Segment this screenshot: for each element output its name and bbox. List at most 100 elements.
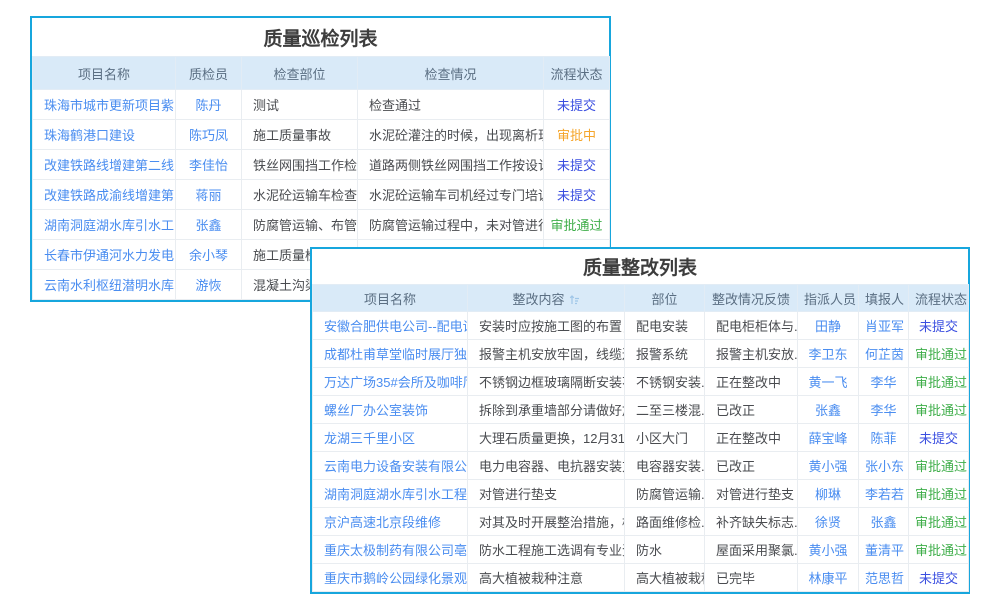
col-header-content-label: 整改内容 [512, 292, 564, 307]
content-cell: 安装时应按施工图的布置，将... [468, 312, 625, 340]
table-row: 珠海市城市更新项目紫... 陈丹 测试 检查通过 未提交 [33, 90, 610, 120]
table-header-row: 项目名称 质检员 检查部位 检查情况 流程状态 [33, 57, 610, 90]
inspector-link[interactable]: 余小琴 [176, 240, 242, 270]
table-row: 云南电力设备安装有限公司20... 电力电容器、电抗器安装方案,... 电容器安… [313, 452, 969, 480]
col-header-inspector: 质检员 [176, 57, 242, 90]
content-cell: 高大植被栽种注意 [468, 564, 625, 592]
col-header-reporter: 填报人 [859, 285, 909, 312]
assignee-link[interactable]: 黄小强 [798, 452, 859, 480]
project-name-link[interactable]: 重庆太极制药有限公司亳州中... [313, 536, 468, 564]
feedback-cell: 正在整改中 [705, 424, 798, 452]
table-row: 改建铁路线增建第二线... 李佳怡 铁丝网围挡工作检查 道路两侧铁丝网围挡工作按… [33, 150, 610, 180]
assignee-link[interactable]: 黄小强 [798, 536, 859, 564]
project-name-link[interactable]: 安徽合肥供电公司--配电设备... [313, 312, 468, 340]
reporter-link[interactable]: 张鑫 [859, 508, 909, 536]
col-header-feedback: 整改情况反馈 [705, 285, 798, 312]
col-header-part: 部位 [625, 285, 705, 312]
inspector-link[interactable]: 陈巧凤 [176, 120, 242, 150]
project-name-link[interactable]: 龙湖三千里小区 [313, 424, 468, 452]
project-name-link[interactable]: 成都杜甫草堂临时展厅独立展... [313, 340, 468, 368]
rectification-table: 项目名称 整改内容 部位 整改情况反馈 指派人员 填报人 流程状态 安徽合肥供电… [312, 284, 969, 592]
assignee-link[interactable]: 薛宝峰 [798, 424, 859, 452]
status-badge: 审批通过 [544, 210, 610, 240]
project-name-link[interactable]: 京沪高速北京段维修 [313, 508, 468, 536]
project-name-link[interactable]: 湖南洞庭湖水库引水工程施工标 [313, 480, 468, 508]
table-row: 重庆市鹅岭公园绿化景观提升... 高大植被栽种注意 高大植被栽种 已完毕 林康平… [313, 564, 969, 592]
inspector-link[interactable]: 李佳怡 [176, 150, 242, 180]
status-badge: 审批通过 [909, 368, 969, 396]
reporter-link[interactable]: 陈菲 [859, 424, 909, 452]
project-name-link[interactable]: 改建铁路线增建第二线... [33, 150, 176, 180]
status-badge: 审批通过 [909, 340, 969, 368]
col-header-check-situation: 检查情况 [358, 57, 544, 90]
check-situation-cell: 防腐管运输过程中，未对管进行... [358, 210, 544, 240]
feedback-cell: 已改正 [705, 452, 798, 480]
check-situation-cell: 道路两侧铁丝网围挡工作按设计... [358, 150, 544, 180]
page-title: 质量巡检列表 [32, 18, 609, 56]
feedback-cell: 对管进行垫支 [705, 480, 798, 508]
col-header-assignee: 指派人员 [798, 285, 859, 312]
part-cell: 二至三楼混... [625, 396, 705, 424]
feedback-cell: 已完毕 [705, 564, 798, 592]
status-badge: 未提交 [909, 312, 969, 340]
reporter-link[interactable]: 李华 [859, 396, 909, 424]
project-name-link[interactable]: 螺丝厂办公室装饰 [313, 396, 468, 424]
assignee-link[interactable]: 徐贤 [798, 508, 859, 536]
status-badge: 审批中 [544, 120, 610, 150]
content-cell: 电力电容器、电抗器安装方案,... [468, 452, 625, 480]
reporter-link[interactable]: 何芷茵 [859, 340, 909, 368]
project-name-link[interactable]: 重庆市鹅岭公园绿化景观提升... [313, 564, 468, 592]
check-situation-cell: 水泥砼运输车司机经过专门培训... [358, 180, 544, 210]
check-part-cell: 施工质量事故 [242, 120, 358, 150]
inspector-link[interactable]: 游恢 [176, 270, 242, 300]
part-cell: 路面维修检... [625, 508, 705, 536]
table-row: 成都杜甫草堂临时展厅独立展... 报警主机安放牢固，线缆连接... 报警系统 报… [313, 340, 969, 368]
status-badge: 未提交 [544, 150, 610, 180]
part-cell: 不锈钢安装... [625, 368, 705, 396]
check-part-cell: 测试 [242, 90, 358, 120]
reporter-link[interactable]: 董清平 [859, 536, 909, 564]
content-cell: 大理石质量更换，12月31日之... [468, 424, 625, 452]
table-row: 珠海鹤港口建设 陈巧凤 施工质量事故 水泥砼灌注的时候，出现离析现象 审批中 [33, 120, 610, 150]
inspector-link[interactable]: 陈丹 [176, 90, 242, 120]
content-cell: 拆除到承重墙部分请做好加固... [468, 396, 625, 424]
status-badge: 未提交 [544, 180, 610, 210]
inspector-link[interactable]: 蒋丽 [176, 180, 242, 210]
feedback-cell: 正在整改中 [705, 368, 798, 396]
status-badge: 审批通过 [909, 508, 969, 536]
reporter-link[interactable]: 肖亚军 [859, 312, 909, 340]
part-cell: 报警系统 [625, 340, 705, 368]
status-badge: 审批通过 [909, 452, 969, 480]
table-row: 湖南洞庭湖水库引水工... 张鑫 防腐管运输、布管 防腐管运输过程中，未对管进行… [33, 210, 610, 240]
project-name-link[interactable]: 珠海鹤港口建设 [33, 120, 176, 150]
assignee-link[interactable]: 田静 [798, 312, 859, 340]
reporter-link[interactable]: 李华 [859, 368, 909, 396]
project-name-link[interactable]: 改建铁路成渝线增建第... [33, 180, 176, 210]
project-name-link[interactable]: 云南电力设备安装有限公司20... [313, 452, 468, 480]
assignee-link[interactable]: 林康平 [798, 564, 859, 592]
inspector-link[interactable]: 张鑫 [176, 210, 242, 240]
sort-amount-icon[interactable] [569, 294, 580, 305]
reporter-link[interactable]: 李若若 [859, 480, 909, 508]
project-name-link[interactable]: 湖南洞庭湖水库引水工... [33, 210, 176, 240]
project-name-link[interactable]: 云南水利枢纽潜明水库... [33, 270, 176, 300]
table-row: 重庆太极制药有限公司亳州中... 防水工程施工选调有专业资质... 防水 屋面采… [313, 536, 969, 564]
part-cell: 防腐管运输... [625, 480, 705, 508]
col-header-content[interactable]: 整改内容 [468, 285, 625, 312]
project-name-link[interactable]: 珠海市城市更新项目紫... [33, 90, 176, 120]
check-part-cell: 铁丝网围挡工作检查 [242, 150, 358, 180]
assignee-link[interactable]: 李卫东 [798, 340, 859, 368]
assignee-link[interactable]: 柳琳 [798, 480, 859, 508]
part-cell: 电容器安装... [625, 452, 705, 480]
assignee-link[interactable]: 张鑫 [798, 396, 859, 424]
feedback-cell: 配电柜柜体与... [705, 312, 798, 340]
reporter-link[interactable]: 范思哲 [859, 564, 909, 592]
assignee-link[interactable]: 黄一飞 [798, 368, 859, 396]
project-name-link[interactable]: 长春市伊通河水力发电... [33, 240, 176, 270]
table-row: 湖南洞庭湖水库引水工程施工标 对管进行垫支 防腐管运输... 对管进行垫支 柳琳… [313, 480, 969, 508]
quality-rectification-panel: 质量整改列表 项目名称 整改内容 部位 整改情况反馈 指派人员 填报人 流程状态… [310, 247, 970, 594]
table-row: 安徽合肥供电公司--配电设备... 安装时应按施工图的布置，将... 配电安装 … [313, 312, 969, 340]
project-name-link[interactable]: 万达广场35#会所及咖啡厅空... [313, 368, 468, 396]
reporter-link[interactable]: 张小东 [859, 452, 909, 480]
feedback-cell: 已改正 [705, 396, 798, 424]
